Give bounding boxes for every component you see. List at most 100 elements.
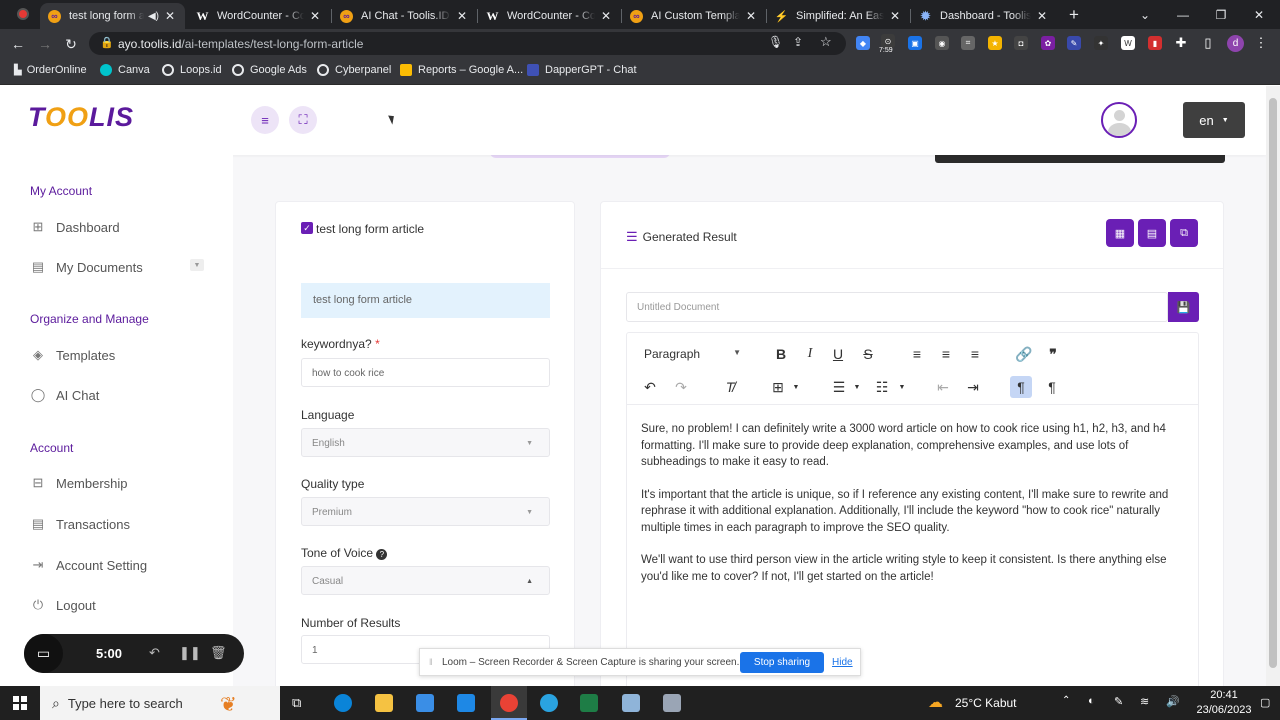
camera-icon[interactable]: ▭ [24,634,63,673]
bookmark-reports[interactable]: Reports – Google A... [400,64,523,76]
trash-icon[interactable]: 🗑 [210,645,227,661]
chevron-up-icon[interactable]: ⌃ [1062,695,1070,706]
mic-icon[interactable]: 🎙 [768,35,783,49]
fullscreen-icon[interactable]: ⛶ [289,106,317,134]
clock-time[interactable]: 20:41 [1194,689,1254,701]
extension-icon-5[interactable]: ⌗ [961,36,975,50]
pause-icon[interactable]: ❚❚ [179,645,201,661]
page-scrollbar[interactable] [1266,86,1280,686]
user-avatar[interactable] [1101,102,1137,138]
extension-icon-12[interactable]: ▮ [1148,36,1162,50]
export-text-button[interactable]: ▤ [1138,219,1166,247]
drag-handle-icon[interactable]: ‖ [429,657,433,667]
chrome-icon[interactable] [500,694,518,712]
file-explorer-icon[interactable] [375,694,393,712]
extension-icon-10[interactable]: ✦ [1094,36,1108,50]
maximize-button[interactable]: ❐ [1202,0,1240,29]
numbered-list-icon[interactable]: ☷ [871,376,893,398]
speaker-icon[interactable]: ◀) [148,11,159,22]
profile-avatar-icon[interactable]: d [1227,35,1244,52]
excel-icon[interactable] [580,694,598,712]
share-icon[interactable]: ⇪ [793,35,803,49]
outdent-icon[interactable]: ⇤ [932,376,954,398]
network-icon[interactable]: ◐ [1088,695,1095,707]
extension-icon-3[interactable]: ▣ [908,36,922,50]
chevron-down-icon[interactable]: ▼ [785,376,807,398]
quality-select[interactable]: Premium ▼ [301,497,550,526]
tone-select[interactable]: Casual ▲ [301,566,550,595]
clock-date[interactable]: 23/06/2023 [1194,704,1254,716]
new-tab-button[interactable]: + [1064,5,1084,25]
extension-icon-11[interactable]: W [1121,36,1135,50]
minimize-button[interactable]: — [1164,0,1202,29]
pen-icon[interactable]: ✎ [1114,695,1123,708]
extension-icon-6[interactable]: ★ [988,36,1002,50]
close-tab-icon[interactable]: ✕ [455,9,469,23]
url-bar[interactable]: 🔒 ayo.toolis.id/ai-templates/test-long-f… [89,32,846,55]
sidebar-item-logout[interactable]: ⏻ Logout [30,597,96,613]
copy-button[interactable]: ⧉ [1170,219,1198,247]
link-icon[interactable]: 🔗 [1013,343,1035,365]
hide-link[interactable]: Hide [832,657,853,668]
close-tab-icon[interactable]: ✕ [599,9,613,23]
telegram-icon[interactable] [540,694,558,712]
strikethrough-icon[interactable]: S [857,343,879,365]
close-tab-icon[interactable]: ✕ [888,9,902,23]
underline-icon[interactable]: U [827,343,849,365]
tab-simplified[interactable]: ⚡ Simplified: An Easy to Use ✕ [767,3,910,29]
rtl-direction-icon[interactable]: ¶ [1041,376,1063,398]
close-tab-icon[interactable]: ✕ [163,9,177,23]
extension-icon-8[interactable]: ✿ [1041,36,1055,50]
extension-icon-4[interactable]: ◉ [935,36,949,50]
bookmark-star-icon[interactable]: ☆ [820,34,832,50]
extension-icon-9[interactable]: ✎ [1067,36,1081,50]
tab-dashboard[interactable]: ✹ Dashboard - Toolis.ID ✕ [911,3,1057,29]
clear-format-icon[interactable]: T̸ [719,376,741,398]
bookmark-cyberpanel[interactable]: Cyberpanel [317,64,391,76]
close-tab-icon[interactable]: ✕ [744,9,758,23]
store-icon[interactable] [416,694,434,712]
back-icon[interactable]: ← [9,35,27,53]
app-icon-2[interactable] [663,694,681,712]
bookmark-loops[interactable]: Loops.id [162,64,222,76]
tab-ai-chat[interactable]: ∞ AI Chat - Toolis.ID - Toolis ✕ [332,3,477,29]
menu-toggle-icon[interactable]: ≡ [251,106,279,134]
tab-wordcounter-2[interactable]: W WordCounter - Count Words ✕ [478,3,621,29]
chevron-down-icon[interactable]: ▼ [846,376,868,398]
align-right-icon[interactable]: ≡ [964,343,986,365]
align-left-icon[interactable]: ≡ [906,343,928,365]
tab-ai-custom-templates[interactable]: ∞ AI Custom Templates ✕ [622,3,766,29]
italic-icon[interactable]: I [799,343,821,365]
reload-icon[interactable]: ↻ [62,35,80,53]
sidebar-item-ai-chat[interactable]: ◯ AI Chat [30,387,100,403]
close-window-button[interactable]: ✕ [1240,0,1278,29]
checkbox-icon[interactable]: ✓ [301,222,313,234]
mail-icon[interactable] [457,694,475,712]
sidebar-item-membership[interactable]: ⊟ Membership [30,475,128,491]
tab-test-long-form-article[interactable]: ∞ test long form article ◀) ✕ [40,3,185,29]
help-icon[interactable]: ? [376,549,388,560]
editor-content[interactable]: Sure, no problem! I can definitely write… [641,421,1186,601]
export-word-button[interactable]: ▦ [1106,219,1134,247]
wifi-icon[interactable]: ≋ [1140,695,1149,708]
language-select[interactable]: en ▼ [1183,102,1245,138]
scrollbar-thumb[interactable] [1269,98,1277,668]
save-document-button[interactable]: 💾 [1168,292,1199,322]
bookmark-google-ads[interactable]: Google Ads [232,64,307,76]
sidebar-item-transactions[interactable]: ▤ Transactions [30,516,130,532]
stop-sharing-button[interactable]: Stop sharing [740,652,824,673]
chevron-down-icon[interactable]: ▼ [190,259,204,271]
redo-icon[interactable]: ↷ [670,376,692,398]
browser-menu-icon[interactable]: ⋮ [1254,35,1268,50]
volume-icon[interactable]: 🔊 [1166,695,1180,708]
paragraph-style-select[interactable]: Paragraph ▼ [641,343,745,365]
indent-icon[interactable]: ⇥ [962,376,984,398]
tab-wordcounter-1[interactable]: W WordCounter - Count Words ✕ [188,3,330,29]
toolis-logo[interactable]: TOOLIS [28,102,134,133]
sidebar-item-my-documents[interactable]: ▤ My Documents ▼ [30,259,204,275]
notification-icon[interactable]: ▢ [1260,696,1270,709]
keyword-input[interactable]: how to cook rice [301,358,550,387]
app-icon-1[interactable] [622,694,640,712]
bookmark-dappergpt[interactable]: DapperGPT - Chat [527,64,637,76]
chevron-down-icon[interactable]: ▼ [891,376,913,398]
